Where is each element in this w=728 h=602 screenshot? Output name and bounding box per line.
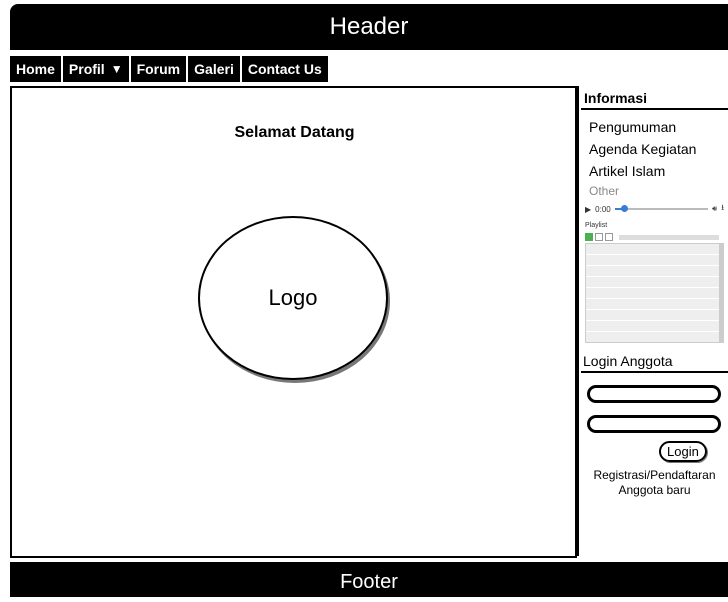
header-bar: Header (10, 4, 728, 50)
info-title: Informasi (581, 86, 728, 110)
register-line1: Registrasi/Pendaftaran (593, 468, 716, 482)
download-icon[interactable]: ⭳ (721, 202, 724, 216)
other-label: Other (589, 184, 620, 198)
playlist-track[interactable] (586, 255, 723, 266)
audio-player: ▶ 0:00 🔊︎ ⭳ Playlist (585, 202, 724, 343)
playlist-track[interactable] (586, 277, 723, 288)
username-field[interactable] (587, 385, 721, 403)
nav-profil-label: Profil (68, 61, 105, 77)
header-title: Header (329, 13, 409, 40)
playlist-seek[interactable] (619, 234, 719, 240)
nav-galeri-label: Galeri (194, 61, 234, 77)
playlist-play-icon[interactable] (585, 233, 593, 241)
logo: Logo (198, 216, 388, 380)
chevron-down-icon: ▼ (110, 62, 123, 76)
sidebar-item-pengumuman[interactable]: Pengumuman (581, 116, 728, 138)
seek-bar[interactable] (614, 205, 709, 212)
footer-bar: Footer (10, 562, 728, 597)
playlist-track[interactable] (586, 244, 723, 255)
playlist-scrollbar[interactable] (719, 244, 723, 342)
playlist-next-icon[interactable] (605, 233, 613, 241)
nav-home-label: Home (16, 61, 55, 77)
logo-label: Logo (268, 285, 318, 310)
play-icon[interactable]: ▶ (585, 205, 591, 214)
nav-profil[interactable]: Profil ▼ (62, 56, 129, 82)
playlist-label: Playlist (585, 222, 608, 229)
welcome-heading: Selamat Datang (234, 124, 355, 141)
playlist-track[interactable] (586, 266, 723, 277)
volume-icon[interactable]: 🔊︎ (712, 204, 717, 214)
playlist-controls (585, 233, 724, 241)
nav-contact-label: Contact Us (247, 61, 322, 77)
login-title: Login Anggota (581, 351, 728, 373)
playlist-prev-icon[interactable] (595, 233, 603, 241)
nav-contact-us[interactable]: Contact Us (241, 56, 328, 82)
playlist-track[interactable] (586, 288, 723, 299)
main-content: Selamat Datang Logo (10, 86, 577, 558)
footer-title: Footer (340, 571, 398, 593)
nav-home[interactable]: Home (10, 56, 61, 82)
register-link[interactable]: Registrasi/Pendaftaran Anggota baru (581, 468, 728, 498)
sidebar-item-artikel[interactable]: Artikel Islam (581, 160, 728, 182)
main-nav: Home Profil ▼ Forum Galeri Contact Us (10, 56, 328, 82)
sidebar-item-agenda[interactable]: Agenda Kegiatan (581, 138, 728, 160)
playlist-tracks[interactable] (585, 243, 724, 343)
playlist-track[interactable] (586, 321, 723, 332)
nav-forum[interactable]: Forum (130, 56, 187, 82)
register-line2: Anggota baru (618, 483, 691, 497)
playlist-track[interactable] (586, 310, 723, 321)
nav-forum-label: Forum (136, 61, 181, 77)
playlist-track[interactable] (586, 299, 723, 310)
sidebar: Informasi Pengumuman Agenda Kegiatan Art… (581, 86, 728, 554)
password-field[interactable] (587, 415, 721, 433)
nav-galeri[interactable]: Galeri (188, 56, 240, 82)
sidebar-divider (575, 86, 579, 556)
playlist-track[interactable] (586, 332, 723, 342)
login-button[interactable]: Login (659, 441, 707, 462)
player-time: 0:00 (595, 204, 611, 214)
